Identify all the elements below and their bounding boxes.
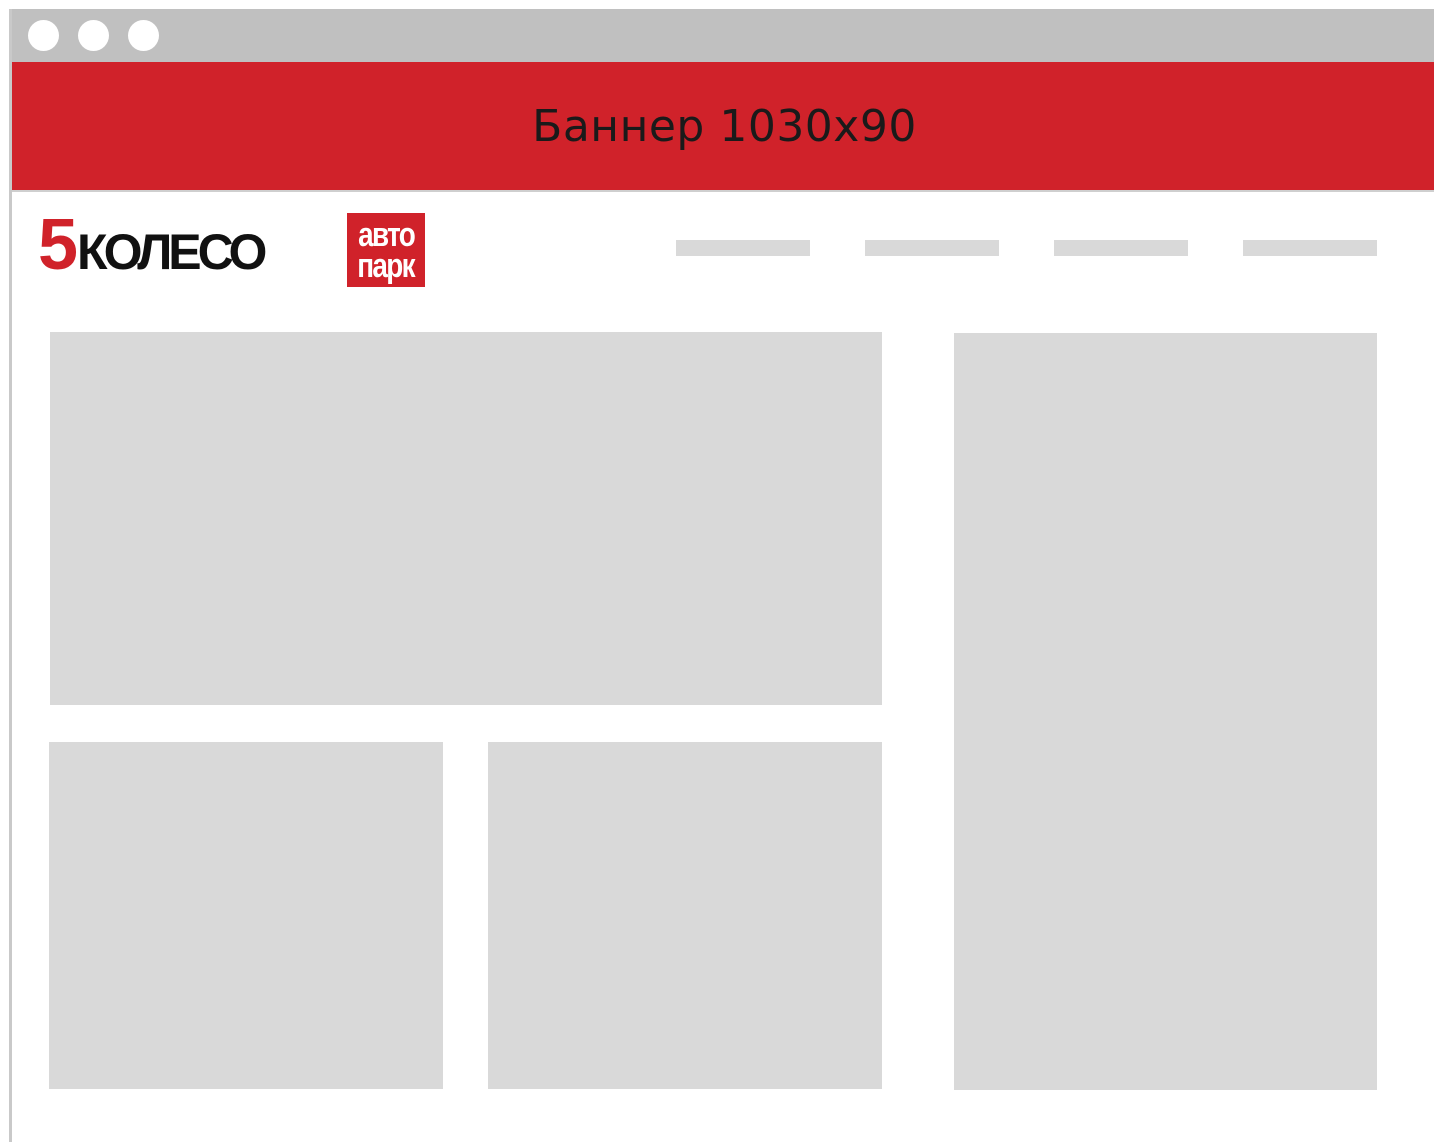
badge-line-2: парк — [357, 247, 416, 285]
window-maximize-dot[interactable] — [128, 20, 159, 51]
autopark-badge-logo[interactable]: авто парк — [347, 213, 425, 287]
nav-item-placeholder-2[interactable] — [865, 240, 999, 256]
nav-item-placeholder-1[interactable] — [676, 240, 810, 256]
nav-item-placeholder-4[interactable] — [1243, 240, 1377, 256]
top-banner[interactable]: Баннер 1030x90 — [12, 62, 1434, 192]
browser-titlebar — [12, 9, 1434, 62]
content-card-2[interactable] — [488, 742, 882, 1089]
window-close-dot[interactable] — [28, 20, 59, 51]
window-minimize-dot[interactable] — [78, 20, 109, 51]
hero-content-block[interactable] — [50, 332, 882, 705]
sidebar-block[interactable] — [954, 333, 1377, 1090]
content-card-1[interactable] — [49, 742, 443, 1089]
logo-number: 5 — [38, 205, 78, 285]
logo-word: КОЛЕСО — [77, 224, 267, 280]
site-logo[interactable]: 5 КОЛЕСО — [38, 205, 267, 285]
banner-label: Баннер 1030x90 — [532, 100, 917, 152]
nav-item-placeholder-3[interactable] — [1054, 240, 1188, 256]
